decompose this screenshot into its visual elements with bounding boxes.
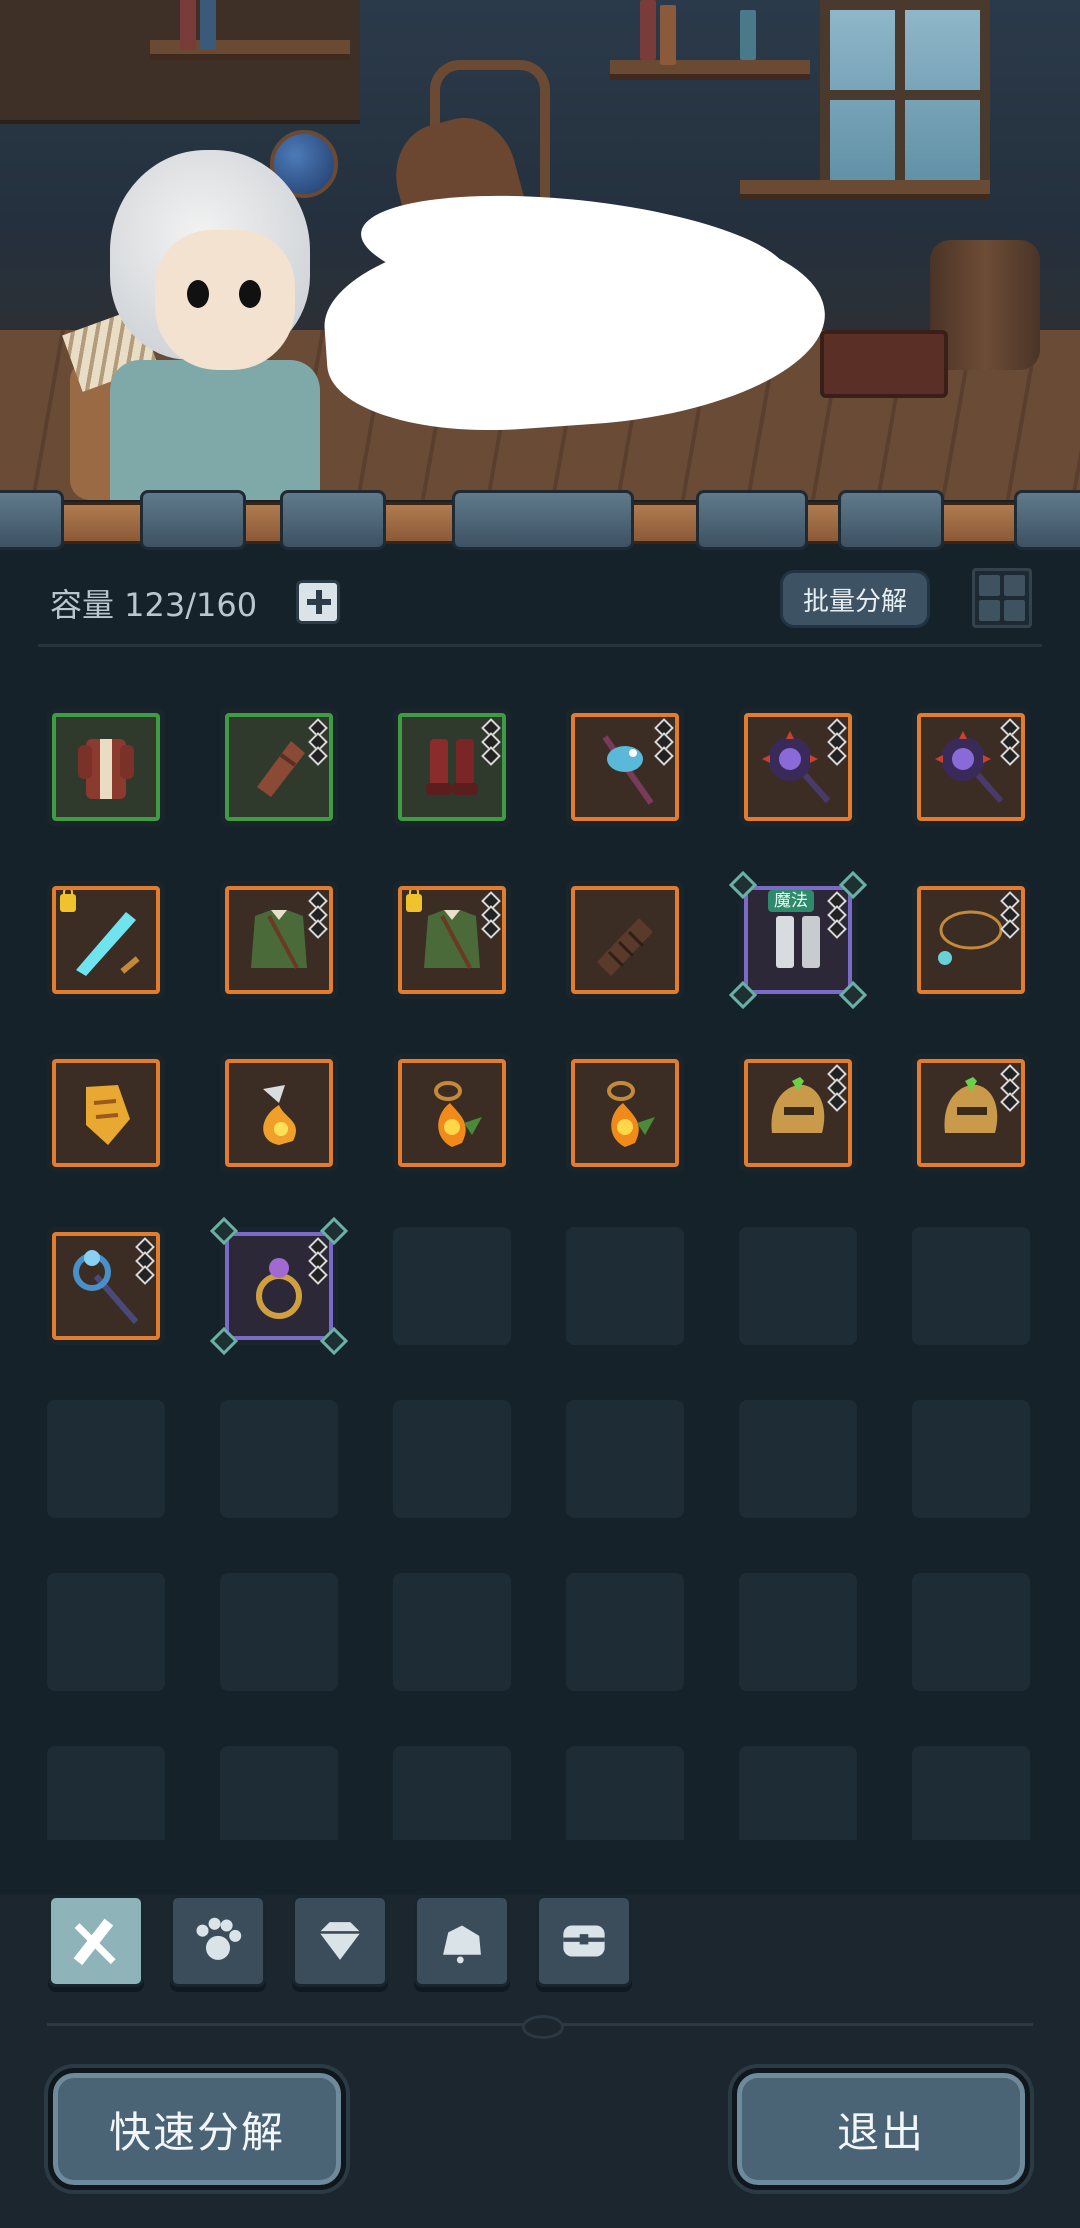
inventory-slot[interactable]	[566, 708, 684, 826]
fire-pendant-icon	[434, 1081, 482, 1147]
gem-tab-icon	[319, 1922, 361, 1960]
inventory-slot[interactable]: 魔法	[728, 870, 868, 1010]
item-tag: 魔法	[768, 890, 814, 912]
empty-slot[interactable]	[47, 1573, 165, 1691]
inventory-slot[interactable]	[47, 708, 165, 826]
fire-pendant-icon	[607, 1081, 655, 1147]
category-tab[interactable]	[292, 1895, 388, 1987]
inventory-slot[interactable]	[912, 881, 1030, 999]
inventory-slot[interactable]	[739, 1054, 857, 1172]
empty-slot[interactable]	[393, 1227, 511, 1345]
robe-icon	[78, 739, 134, 799]
ore-tab-icon	[443, 1925, 481, 1964]
empty-slot[interactable]	[912, 1746, 1030, 1840]
category-tab[interactable]	[48, 1895, 144, 1987]
empty-slot[interactable]	[393, 1746, 511, 1840]
empty-slot[interactable]	[220, 1746, 338, 1840]
header-divider	[38, 644, 1042, 647]
expand-capacity-button[interactable]	[296, 580, 340, 624]
stone-plank-border	[0, 490, 1080, 550]
window	[820, 0, 990, 200]
capacity-label: 容量 123/160	[50, 586, 258, 624]
empty-slot[interactable]	[739, 1400, 857, 1518]
weapon-tab-icon	[73, 1918, 116, 1966]
quick-decompose-button[interactable]: 快速分解	[48, 2068, 346, 2190]
empty-slot[interactable]	[912, 1227, 1030, 1345]
character-face	[155, 230, 295, 370]
paw-tab-icon	[196, 1917, 242, 1960]
empty-slot[interactable]	[566, 1227, 684, 1345]
empty-slot[interactable]	[566, 1746, 684, 1840]
inventory-slot[interactable]	[220, 881, 338, 999]
inventory-slot[interactable]	[393, 1054, 511, 1172]
empty-slot[interactable]	[566, 1573, 684, 1691]
empty-slot[interactable]	[912, 1400, 1030, 1518]
exit-button[interactable]: 退出	[732, 2068, 1030, 2190]
inventory-slot[interactable]	[47, 881, 165, 999]
empty-slot[interactable]	[393, 1400, 511, 1518]
grid-view-icon[interactable]	[972, 568, 1032, 628]
inventory-slot[interactable]	[739, 708, 857, 826]
lock-icon	[406, 890, 422, 912]
inventory-slot[interactable]	[912, 1054, 1030, 1172]
empty-slot[interactable]	[220, 1400, 338, 1518]
inventory-slot[interactable]	[566, 1054, 684, 1172]
inventory-grid: 魔法	[47, 708, 1033, 1840]
empty-slot[interactable]	[739, 1746, 857, 1840]
divider-ornament	[522, 2015, 564, 2039]
category-tab[interactable]	[536, 1895, 632, 1987]
empty-slot[interactable]	[47, 1746, 165, 1840]
character-body	[110, 360, 320, 500]
empty-slot[interactable]	[912, 1573, 1030, 1691]
treasure-chest	[820, 330, 948, 398]
flame-gem-icon	[263, 1085, 296, 1145]
empty-slot[interactable]	[220, 1573, 338, 1691]
empty-slot[interactable]	[739, 1573, 857, 1691]
empty-slot[interactable]	[47, 1400, 165, 1518]
lock-icon	[60, 890, 76, 912]
inventory-slot[interactable]	[393, 708, 511, 826]
category-tab[interactable]	[414, 1895, 510, 1987]
empty-slot[interactable]	[566, 1400, 684, 1518]
empty-slot[interactable]	[393, 1573, 511, 1691]
category-tab[interactable]	[170, 1895, 266, 1987]
inventory-slot[interactable]	[47, 1227, 165, 1345]
character-scene	[0, 0, 1080, 500]
inventory-slot[interactable]	[220, 1054, 338, 1172]
inventory-slot[interactable]	[220, 708, 338, 826]
empty-slot[interactable]	[739, 1227, 857, 1345]
inventory-slot[interactable]	[912, 708, 1030, 826]
inventory-slot[interactable]	[209, 1216, 349, 1356]
wrapped-bracer-icon	[597, 918, 653, 976]
bulk-decompose-button[interactable]: 批量分解	[780, 570, 930, 628]
inventory-slot[interactable]	[393, 881, 511, 999]
gold-gauntlet-icon	[86, 1085, 130, 1145]
chest-tab-icon	[563, 1925, 605, 1957]
inventory-slot[interactable]	[566, 881, 684, 999]
inventory-slot[interactable]	[47, 1054, 165, 1172]
